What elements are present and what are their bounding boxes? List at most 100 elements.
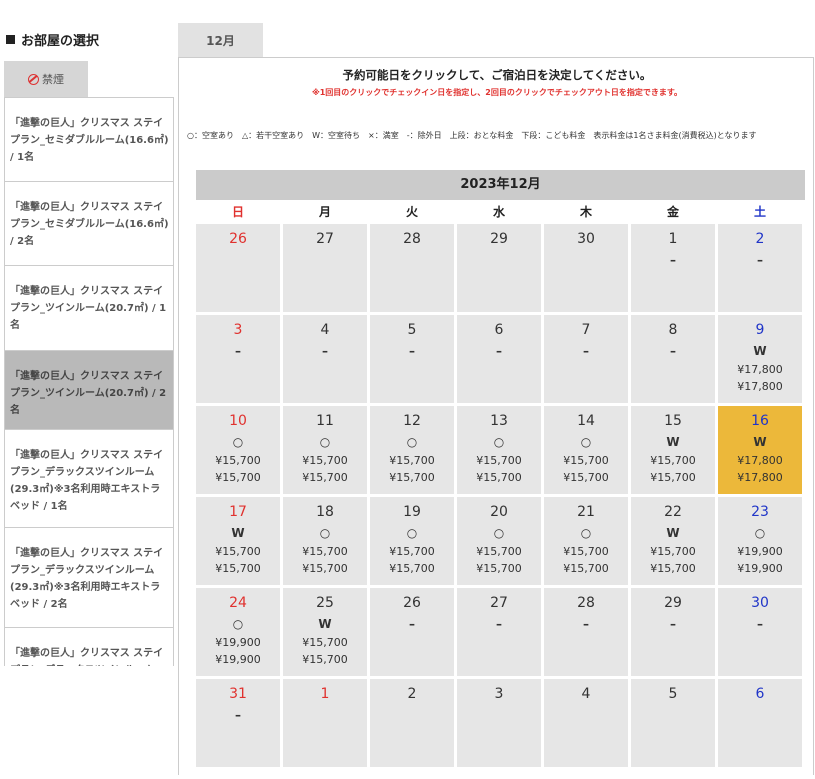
calendar-day-cell: 5– [370, 315, 454, 403]
calendar-day-cell: 5 [631, 679, 715, 767]
day-number: 16 [751, 413, 769, 429]
availability-status: – [757, 253, 763, 267]
availability-status: ○ [319, 435, 331, 449]
adult-price: ¥15,700 [302, 636, 348, 649]
child-price: ¥15,700 [389, 471, 435, 484]
child-price: ¥15,700 [302, 471, 348, 484]
availability-status: – [670, 617, 676, 631]
day-number: 10 [229, 413, 247, 429]
calendar-grid: 日月火水木金土 26 27 28 29 30 1–2–3–4–5–6–7–8–9 W ¥17,8… [196, 200, 805, 770]
adult-price: ¥15,700 [650, 454, 696, 467]
calendar-day-cell[interactable]: 9 W ¥17,800 ¥17,800 [718, 315, 802, 403]
calendar-day-cell[interactable]: 17 W ¥15,700 ¥15,700 [196, 497, 280, 585]
calendar-day-cell: 8– [631, 315, 715, 403]
room-selection-panel: お部屋の選択 禁煙 「進撃の巨人」クリスマス ステイプラン_セミダブルルーム(1… [0, 0, 175, 779]
child-price: ¥19,900 [737, 562, 783, 575]
day-number: 5 [407, 322, 417, 338]
calendar-day-cell: 30 [544, 224, 628, 312]
child-price: ¥15,700 [302, 562, 348, 575]
day-number: 28 [577, 595, 595, 611]
availability-status: – [409, 617, 415, 631]
availability-status: – [757, 617, 763, 631]
child-price: ¥15,700 [302, 653, 348, 666]
room-option[interactable]: 「進撃の巨人」クリスマス ステイプラン_デラックスツインルーム(29.3㎡)※3… [5, 430, 173, 528]
calendar-day-cell[interactable]: 10 ○ ¥15,700 ¥15,700 [196, 406, 280, 494]
day-number: 30 [751, 595, 769, 611]
calendar-day-cell[interactable]: 11 ○ ¥15,700 ¥15,700 [283, 406, 367, 494]
day-number: 22 [664, 504, 682, 520]
calendar-day-cell[interactable]: 25 W ¥15,700 ¥15,700 [283, 588, 367, 676]
availability-status: – [235, 708, 241, 722]
calendar-day-cell: 30 – [718, 588, 802, 676]
child-price: ¥15,700 [650, 471, 696, 484]
availability-status: ○ [580, 526, 592, 540]
calendar-day-cell: 3 [457, 679, 541, 767]
adult-price: ¥17,800 [737, 454, 783, 467]
calendar-day-cell[interactable]: 18 ○ ¥15,700 ¥15,700 [283, 497, 367, 585]
calendar-day-cell: 26 [196, 224, 280, 312]
room-option[interactable]: 「進撃の巨人」クリスマス ステイプラン_ツインルーム(20.7㎡) / 2名 [5, 351, 173, 430]
availability-status: W [666, 526, 680, 540]
availability-status: W [753, 435, 767, 449]
day-number: 30 [577, 231, 595, 247]
calendar-day-cell[interactable]: 12 ○ ¥15,700 ¥15,700 [370, 406, 454, 494]
non-smoking-tab[interactable]: 禁煙 [4, 61, 88, 97]
adult-price: ¥15,700 [215, 545, 261, 558]
day-number: 18 [316, 504, 334, 520]
calendar-day-cell: 28 – [544, 588, 628, 676]
calendar-day-cell[interactable]: 21 ○ ¥15,700 ¥15,700 [544, 497, 628, 585]
room-option[interactable]: 「進撃の巨人」クリスマス ステイプラン_セミダブルルーム(16.6㎡) / 1名 [5, 98, 173, 182]
calendar-day-cell[interactable]: 13 ○ ¥15,700 ¥15,700 [457, 406, 541, 494]
day-number: 4 [320, 322, 330, 338]
room-option[interactable]: 「進撃の巨人」クリスマス ステイプラン_デラックスツインルーム(29.3㎡)※3… [5, 628, 173, 666]
calendar-day-cell[interactable]: 23 ○ ¥19,900 ¥19,900 [718, 497, 802, 585]
calendar-day-cell: 7– [544, 315, 628, 403]
child-price: ¥15,700 [650, 562, 696, 575]
availability-status: – [409, 344, 415, 358]
calendar-day-cell[interactable]: 24 ○ ¥19,900 ¥19,900 [196, 588, 280, 676]
tab-december[interactable]: 12月 [178, 23, 263, 57]
room-list: 「進撃の巨人」クリスマス ステイプラン_セミダブルルーム(16.6㎡) / 1名… [4, 97, 174, 666]
day-number: 23 [751, 504, 769, 520]
room-option[interactable]: 「進撃の巨人」クリスマス ステイプラン_デラックスツインルーム(29.3㎡)※3… [5, 528, 173, 628]
day-number: 26 [403, 595, 421, 611]
day-number: 24 [229, 595, 247, 611]
day-number: 6 [494, 322, 504, 338]
day-number: 21 [577, 504, 595, 520]
adult-price: ¥19,900 [737, 545, 783, 558]
day-number: 4 [581, 686, 591, 702]
calendar-day-cell[interactable]: 15 W ¥15,700 ¥15,700 [631, 406, 715, 494]
day-number: 29 [490, 231, 508, 247]
room-option[interactable]: 「進撃の巨人」クリスマス ステイプラン_ツインルーム(20.7㎡) / 1名 [5, 266, 173, 351]
calendar-day-cell: 29 – [631, 588, 715, 676]
calendar-day-cell: 6 [718, 679, 802, 767]
calendar-day-cell[interactable]: 22 W ¥15,700 ¥15,700 [631, 497, 715, 585]
child-price: ¥15,700 [215, 562, 261, 575]
calendar-day-cell: 29 [457, 224, 541, 312]
day-number: 25 [316, 595, 334, 611]
calendar-day-cell[interactable]: 20 ○ ¥15,700 ¥15,700 [457, 497, 541, 585]
calendar-day-cell[interactable]: 19 ○ ¥15,700 ¥15,700 [370, 497, 454, 585]
calendar-day-cell: 27 [283, 224, 367, 312]
availability-status: ○ [754, 526, 766, 540]
child-price: ¥15,700 [215, 471, 261, 484]
adult-price: ¥15,700 [215, 454, 261, 467]
availability-status: ○ [406, 526, 418, 540]
day-number: 28 [403, 231, 421, 247]
child-price: ¥15,700 [476, 562, 522, 575]
instructions-text: 予約可能日をクリックして、ご宿泊日を決定してください。 [342, 68, 652, 82]
availability-status: – [583, 617, 589, 631]
calendar-day-cell: 6– [457, 315, 541, 403]
calendar-day-cell[interactable]: 16 W ¥17,800 ¥17,800 [718, 406, 802, 494]
calendar-day-cell: 1– [631, 224, 715, 312]
non-smoking-tab-label: 禁煙 [42, 73, 64, 86]
day-number: 2 [407, 686, 417, 702]
day-number: 3 [233, 322, 243, 338]
calendar-day-cell: 4 [544, 679, 628, 767]
day-number: 27 [316, 231, 334, 247]
calendar-day-cell[interactable]: 14 ○ ¥15,700 ¥15,700 [544, 406, 628, 494]
day-number: 14 [577, 413, 595, 429]
room-option[interactable]: 「進撃の巨人」クリスマス ステイプラン_セミダブルルーム(16.6㎡) / 2名 [5, 182, 173, 266]
calendar: 2023年12月 日月火水木金土 26 27 28 29 30 1–2–3–4–5–6–7–… [196, 170, 805, 770]
weekday-header: 土 [753, 205, 766, 219]
